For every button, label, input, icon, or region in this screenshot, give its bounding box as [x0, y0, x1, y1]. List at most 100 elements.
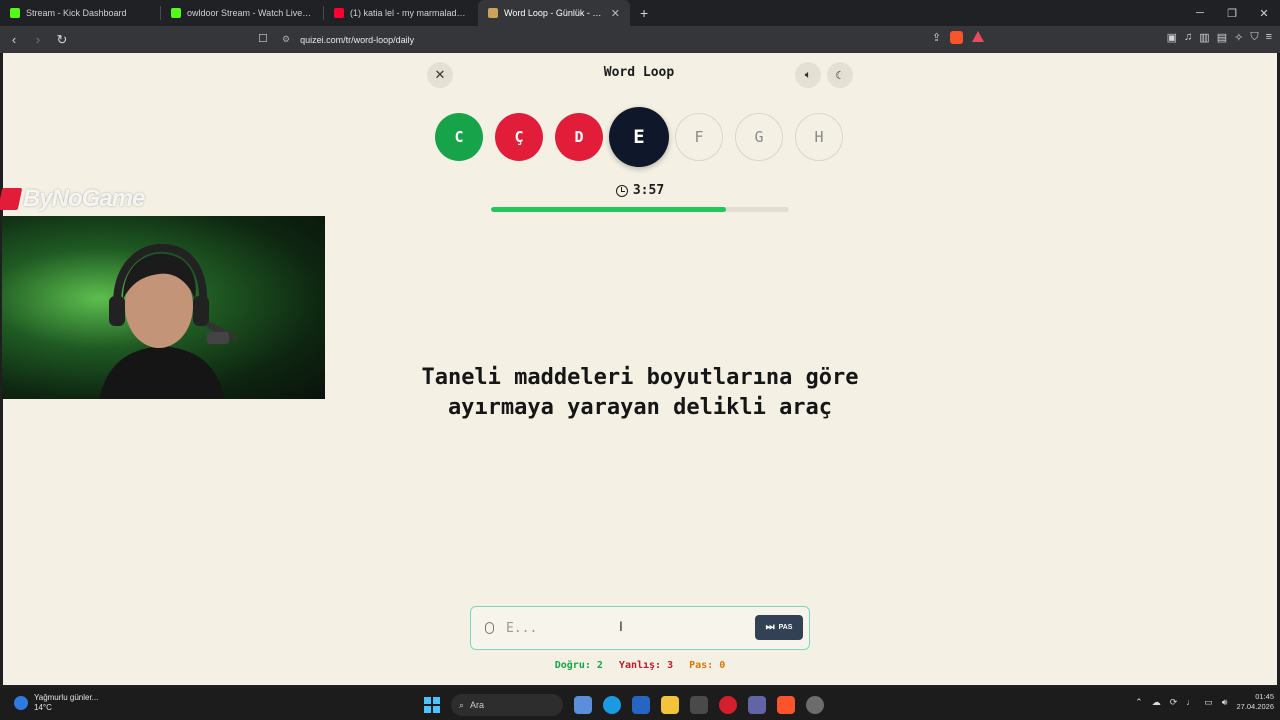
- site-info-icon[interactable]: ⚙: [282, 34, 290, 45]
- letter-circle-pending: H: [795, 113, 843, 161]
- address-bar[interactable]: ⚙ quizei.com/tr/word-loop/daily: [282, 30, 1002, 49]
- sync-icon[interactable]: ⟳: [1170, 697, 1178, 708]
- game-title: Word Loop: [603, 65, 675, 80]
- minimize-icon[interactable]: ─: [1184, 7, 1216, 20]
- tab-title: Word Loop - Günlük - Quizei: [504, 8, 603, 18]
- opera-icon[interactable]: [719, 696, 737, 714]
- sidebar-icon[interactable]: ▥: [1199, 31, 1209, 44]
- bookmark-icon[interactable]: ☐: [258, 32, 268, 45]
- media-icon[interactable]: ♫: [1184, 31, 1192, 44]
- back-icon[interactable]: ‹: [4, 32, 24, 47]
- brave-rewards-icon[interactable]: [972, 31, 985, 42]
- address-url: quizei.com/tr/word-loop/daily: [300, 34, 415, 45]
- sound-toggle-button[interactable]: 🔈︎: [795, 62, 821, 88]
- pass-button[interactable]: ⏭︎ PAS: [755, 615, 803, 640]
- tab-favicon-icon: [10, 8, 20, 18]
- mic-tray-icon[interactable]: ♩: [1186, 697, 1195, 707]
- moon-icon: ☾: [835, 69, 845, 82]
- overlay-logo-text: ByNoGame: [23, 185, 145, 212]
- browser-toolbar: ‹ › ↻ ☐ ⚙ quizei.com/tr/word-loop/daily …: [0, 26, 1280, 53]
- letter-circle-pending: F: [675, 113, 723, 161]
- teams-icon[interactable]: [748, 696, 766, 714]
- clock-icon: [615, 184, 628, 197]
- copilot-icon[interactable]: [574, 696, 592, 714]
- address-bar-actions: ⇪: [932, 31, 985, 44]
- tab-title: Stream - Kick Dashboard: [26, 8, 127, 18]
- tab-title: owldoor Stream - Watch Live on Kick: [187, 8, 313, 18]
- weather-widget[interactable]: Yağmurlu günler... 14°C: [14, 693, 98, 713]
- browser-tab[interactable]: Word Loop - Günlük - Quizei✕: [478, 0, 630, 26]
- leo-ai-icon[interactable]: ✧: [1234, 31, 1243, 44]
- timer: 3:57: [590, 183, 690, 198]
- file-explorer-icon[interactable]: [661, 696, 679, 714]
- tray-expand-icon[interactable]: ⌃: [1135, 697, 1143, 708]
- new-tab-button[interactable]: +: [630, 5, 658, 21]
- time-progress-fill: [491, 207, 727, 212]
- letter-circle-pending: G: [735, 113, 783, 161]
- speaker-icon: 🔈︎: [804, 68, 812, 81]
- vpn-icon[interactable]: ⛉: [1250, 31, 1258, 44]
- system-clock[interactable]: 01:45 27.04.2026: [1236, 692, 1274, 712]
- picture-in-picture-icon[interactable]: ▣: [1167, 31, 1177, 44]
- windows-taskbar: Yağmurlu günler... 14°C ⌕ Ara ⌃ ☁ ⟳ ♩ ▭ …: [0, 688, 1280, 720]
- correct-count: Doğru: 2: [554, 660, 603, 671]
- outlook-icon[interactable]: [632, 696, 650, 714]
- search-icon: ⌕: [459, 699, 465, 710]
- clock-time: 01:45: [1255, 692, 1274, 701]
- pass-count: Pas: 0: [689, 660, 726, 671]
- letter-circle-red: D: [555, 113, 603, 161]
- edge-icon[interactable]: [603, 696, 621, 714]
- display-icon[interactable]: ▭: [1204, 697, 1213, 708]
- forward-icon[interactable]: ›: [28, 32, 48, 47]
- answer-input[interactable]: [506, 620, 726, 636]
- tab-favicon-icon: [334, 8, 344, 18]
- timer-value: 3:57: [632, 183, 665, 198]
- letter-circle-current: E: [609, 107, 669, 167]
- network-icon[interactable]: ☁: [1152, 697, 1161, 708]
- brave-shields-icon[interactable]: [950, 31, 964, 44]
- browser-tab[interactable]: (1) katia lel - my marmalade (slowed: [324, 0, 478, 26]
- settings-icon[interactable]: [806, 696, 824, 714]
- microphone-icon[interactable]: [485, 622, 494, 634]
- theme-toggle-button[interactable]: ☾: [827, 62, 853, 88]
- time-progress-bar: [491, 207, 789, 212]
- answer-box: ⏭︎ PAS: [470, 606, 810, 650]
- overlay-logo-mark: [0, 188, 23, 210]
- letter-circle-red: Ç: [495, 113, 543, 161]
- taskbar-search[interactable]: ⌕ Ara: [451, 694, 563, 716]
- share-icon[interactable]: ⇪: [932, 31, 941, 44]
- tab-close-icon[interactable]: ✕: [603, 7, 620, 20]
- system-tray: ⌃ ☁ ⟳ ♩ ▭ 🔊︎ 01:45 27.04.2026: [1135, 692, 1274, 712]
- reload-icon[interactable]: ↻: [52, 32, 72, 48]
- wrong-count: Yanlış: 3: [618, 660, 674, 671]
- tab-favicon-icon: [171, 8, 181, 18]
- webcam-feed: [2, 216, 325, 399]
- close-game-button[interactable]: ✕: [427, 62, 453, 88]
- stream-overlay-logo: ByNoGame: [0, 185, 145, 213]
- menu-icon[interactable]: ≡: [1266, 31, 1272, 44]
- extension-icons: ▣ ♫ ▥ ▤ ✧ ⛉ ≡: [1167, 31, 1272, 44]
- maximize-icon[interactable]: ❐: [1216, 7, 1248, 20]
- windows-start-icon[interactable]: [424, 697, 440, 713]
- volume-icon[interactable]: 🔊︎: [1222, 697, 1228, 708]
- clock-date: 27.04.2026: [1236, 702, 1274, 711]
- window-controls: ─ ❐ ✕: [1184, 7, 1280, 20]
- brave-taskbar-icon[interactable]: [777, 696, 795, 714]
- skip-icon: ⏭︎: [765, 622, 775, 633]
- search-label: Ara: [470, 700, 485, 710]
- taskbar-apps: ⌕ Ara: [424, 694, 824, 716]
- tab-favicon-icon: [488, 8, 498, 18]
- store-icon[interactable]: [690, 696, 708, 714]
- weather-temp: 14°C: [34, 703, 52, 712]
- letter-circle-green: C: [435, 113, 483, 161]
- weather-label: Yağmurlu günler...: [34, 693, 99, 702]
- close-window-icon[interactable]: ✕: [1248, 7, 1280, 20]
- streamer-silhouette: [99, 244, 237, 399]
- question-text: Taneli maddeleri boyutlarına göre ayırma…: [421, 365, 859, 420]
- wallet-icon[interactable]: ▤: [1217, 31, 1227, 44]
- score-stats: Doğru: 2 Yanlış: 3 Pas: 0: [523, 660, 757, 671]
- close-icon: ✕: [434, 67, 446, 82]
- browser-tab[interactable]: owldoor Stream - Watch Live on Kick: [161, 0, 323, 26]
- browser-tab[interactable]: Stream - Kick Dashboard: [0, 0, 160, 26]
- pass-label: PAS: [778, 624, 793, 631]
